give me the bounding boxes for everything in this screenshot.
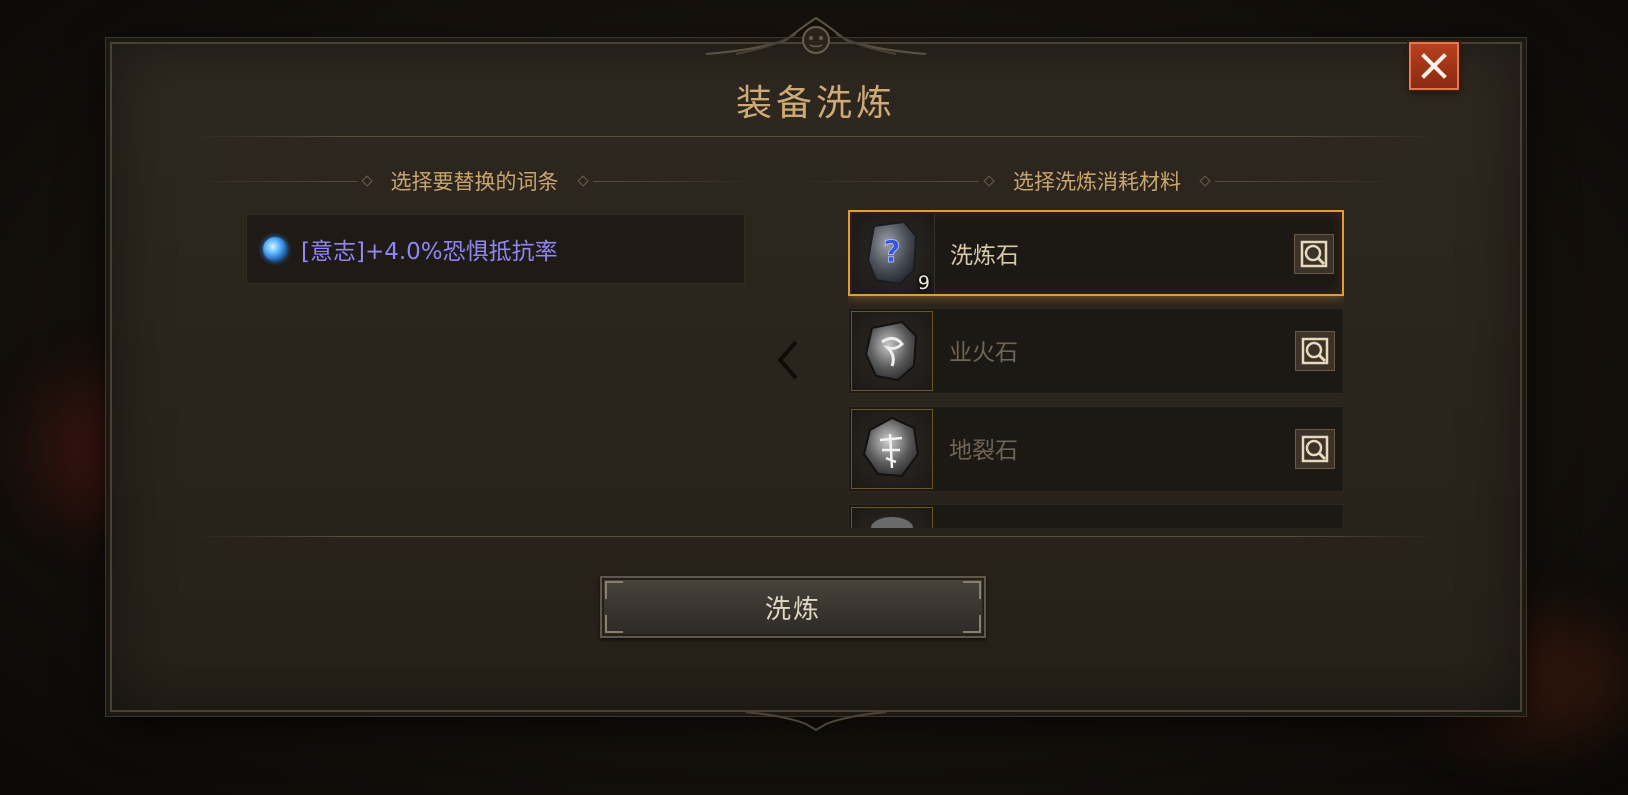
corner-ornament [963,615,981,633]
chevron-left-icon[interactable] [774,338,802,382]
refine-button-label: 洗炼 [764,594,821,625]
material-item-partial[interactable] [848,504,1344,528]
material-section-header: 选择洗炼消耗材料 [792,166,1402,196]
material-item-karma-fire-stone[interactable]: 业火石 [848,308,1344,394]
affix-section-header: 选择要替换的词条 [192,166,757,196]
diamond-ornament-icon [360,175,373,187]
magnifier-icon [1300,240,1328,268]
earth-rift-stone-icon [851,409,933,489]
material-item-earth-rift-stone[interactable]: 地裂石 [848,406,1344,492]
refine-stone-icon: ? 9 [852,214,935,294]
bottom-ornament-icon [745,711,887,732]
divider-line [192,180,357,182]
material-name: 洗炼石 [950,243,1019,269]
divider-line [1215,180,1402,182]
corner-ornament [605,615,623,633]
divider-line [792,180,979,182]
diamond-ornament-icon [576,175,589,187]
title-divider [192,136,1440,137]
stone-icon [851,507,933,528]
material-count: 9 [917,272,930,294]
divider-line [592,180,757,182]
corner-ornament [963,581,981,599]
diamond-ornament-icon [1199,175,1211,187]
refine-button[interactable]: 洗炼 [600,576,986,638]
karma-fire-stone-icon [851,311,933,391]
view-detail-button[interactable] [1295,429,1335,469]
material-list[interactable]: ? 9 洗炼石 业火石 地裂石 [848,210,1344,528]
material-section-title: 选择洗炼消耗材料 [1013,170,1181,194]
magnifier-icon [1301,435,1329,463]
crest-ornament-icon [705,16,927,55]
view-detail-button[interactable] [1295,331,1335,371]
svg-text:?: ? [883,235,900,270]
blue-gem-icon [263,237,287,261]
material-item-refine-stone[interactable]: ? 9 洗炼石 [848,210,1344,296]
material-name: 地裂石 [949,438,1018,464]
material-name: 业火石 [949,340,1018,366]
affix-section-title: 选择要替换的词条 [390,170,559,194]
magnifier-icon [1301,337,1329,365]
bottom-divider [192,536,1440,537]
close-button[interactable] [1409,42,1459,90]
close-icon [1421,53,1447,79]
affix-item[interactable]: [意志]+4.0%恐惧抵抗率 [246,214,745,284]
diamond-ornament-icon [983,175,995,187]
view-detail-button[interactable] [1294,234,1334,274]
refine-dialog: 装备洗炼 选择要替换的词条 选择洗炼消耗材料 [意志]+4.0%恐惧抵抗率 ? … [110,16,1522,732]
corner-ornament [605,581,623,599]
affix-text: [意志]+4.0%恐惧抵抗率 [301,239,558,265]
dialog-title: 装备洗炼 [735,83,896,124]
